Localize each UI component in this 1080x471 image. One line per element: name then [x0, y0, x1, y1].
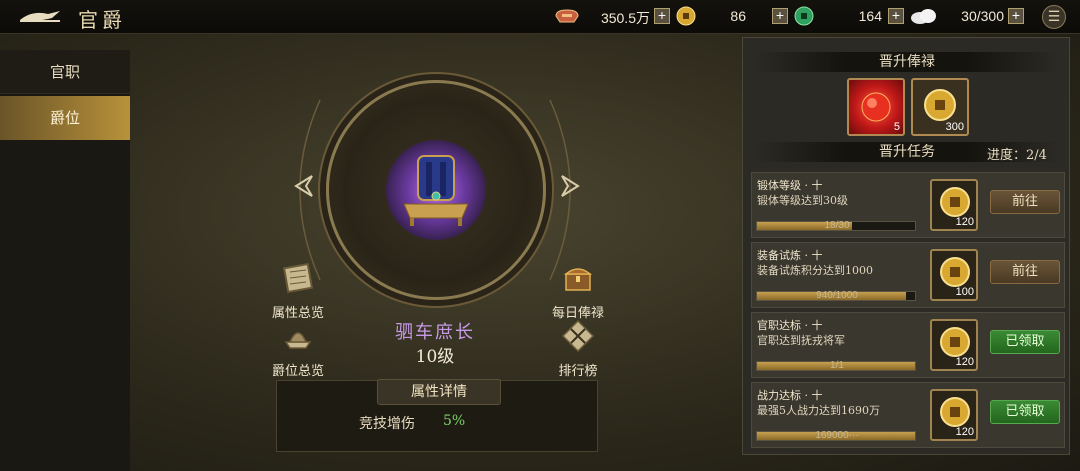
resource-gold-value: 86 — [730, 8, 746, 24]
add-stamina-button[interactable]: + — [1008, 8, 1024, 24]
task-name: 战力达标 · 十 — [757, 389, 823, 402]
rank-overview-label: 爵位总览 — [271, 364, 324, 379]
rank-level: 10级 — [415, 347, 455, 367]
attribute-detail-panel: 属性详情 竞技增伤 5% — [276, 379, 598, 452]
task-progress-bar: 169000··· — [756, 430, 916, 441]
task-description: 装备试炼积分达到1000 — [757, 264, 873, 277]
task-reward[interactable]: 120 — [930, 179, 978, 231]
task-row: 装备试炼 · 十装备试炼积分达到1000 940/1000 100 前往 — [751, 242, 1065, 308]
task-row: 战力达标 · 十最强5人战力达到1690万 169000··· 120 已领取 — [751, 382, 1065, 448]
page-title: 官爵 — [78, 8, 126, 32]
leaderboard-label: 排行榜 — [558, 364, 598, 379]
resource-silver-value: 350.5万 — [600, 10, 650, 26]
task-progress-text: 169000··· — [815, 430, 859, 441]
task-name: 官职达标 · 十 — [757, 319, 823, 332]
rank-name: 驷车庶长 — [395, 322, 475, 343]
claimed-button[interactable]: 已领取 — [990, 330, 1060, 354]
task-reward-count: 100 — [955, 286, 974, 298]
gold-coin-icon — [676, 6, 696, 26]
task-row: 官职达标 · 十官职达到抚戎将军 1/1 120 已领取 — [751, 312, 1065, 378]
next-rank-arrow-icon[interactable] — [558, 174, 582, 198]
hat-icon — [284, 332, 312, 349]
task-reward[interactable]: 100 — [930, 249, 978, 301]
salary-header: 晋升俸禄 — [755, 52, 1059, 72]
gold-coin-icon — [940, 187, 970, 217]
stamina-cloud-icon — [911, 9, 936, 24]
game-screen: 官爵 350.5万 + 86 + 164 + 30/300 + ☰ 官职 爵位 … — [0, 0, 1080, 471]
back-arrow-icon[interactable] — [18, 8, 62, 26]
daily-salary-button[interactable]: 每日俸禄 — [544, 260, 612, 321]
task-progress-text: 18/30 — [824, 220, 850, 231]
gold-coin-icon — [940, 257, 970, 287]
attr-overview-button[interactable]: 属性总览 — [266, 260, 330, 321]
task-reward-count: 120 — [955, 426, 974, 438]
resource-stamina-value: 30/300 — [961, 8, 1004, 24]
tab-noble-rank[interactable]: 爵位 — [0, 96, 130, 140]
menu-button[interactable]: ☰ — [1042, 5, 1066, 29]
reward-red-orb[interactable]: 5 — [847, 78, 905, 136]
silver-ingot-icon — [555, 9, 579, 23]
add-gold-button[interactable]: + — [772, 8, 788, 24]
attribute-value: 5% — [443, 413, 466, 429]
add-silver-button[interactable]: + — [654, 8, 670, 24]
reward-count: 5 — [893, 121, 900, 133]
reward-count: 300 — [945, 121, 964, 133]
task-row: 锻体等级 · 十锻体等级达到30级 18/30 120 前往 — [751, 172, 1065, 238]
leaderboard-button[interactable]: 排行榜 — [548, 318, 608, 379]
reward-gold-coin[interactable]: 300 — [911, 78, 969, 136]
task-progress-bar: 18/30 — [756, 220, 916, 231]
go-button[interactable]: 前往 — [990, 190, 1060, 214]
promotion-panel: 晋升俸禄 5 300 晋升任务 进度：2/4 锻体等级 · 十锻体等级达到30级… — [742, 37, 1070, 455]
rank-overview-button[interactable]: 爵位总览 — [266, 318, 330, 379]
task-name: 锻体等级 · 十 — [757, 179, 823, 192]
task-description: 锻体等级达到30级 — [757, 194, 848, 207]
task-reward[interactable]: 120 — [930, 389, 978, 441]
resource-stamina: 30/300 + — [910, 6, 1024, 28]
jade-coin-icon — [794, 6, 814, 26]
task-reward[interactable]: 120 — [930, 319, 978, 371]
task-name: 装备试炼 · 十 — [757, 249, 823, 262]
task-progress-bar: 940/1000 — [756, 290, 916, 301]
resource-jade-value: 164 — [858, 8, 882, 24]
left-nav: 官职 爵位 — [0, 50, 130, 471]
attribute-detail-header: 属性详情 — [377, 379, 501, 405]
add-jade-button[interactable]: + — [888, 8, 904, 24]
prev-rank-arrow-icon[interactable] — [292, 174, 316, 198]
gold-coin-icon — [940, 327, 970, 357]
resource-gold: 86 + — [676, 6, 790, 28]
throne-icon — [403, 155, 469, 226]
attribute-name: 竞技增伤 — [359, 416, 415, 432]
task-progress-text: 940/1000 — [816, 290, 858, 301]
red-orb-icon — [861, 92, 891, 122]
gold-coin-icon — [924, 89, 956, 121]
menu-icon: ☰ — [1047, 9, 1061, 25]
task-progress-bar: 1/1 — [756, 360, 916, 371]
treasure-chest-icon — [563, 268, 593, 291]
scroll-icon — [282, 262, 314, 294]
tasks-progress: 进度：2/4 — [987, 148, 1047, 163]
task-description: 官职达到抚戎将军 — [757, 334, 845, 347]
task-description: 最强5人战力达到1690万 — [757, 404, 880, 417]
crossed-swords-icon — [561, 319, 595, 353]
task-reward-count: 120 — [955, 356, 974, 368]
go-button[interactable]: 前往 — [990, 260, 1060, 284]
task-reward-count: 120 — [955, 216, 974, 228]
gold-coin-icon — [940, 397, 970, 427]
resource-jade: 164 + — [794, 6, 908, 28]
tab-official-post[interactable]: 官职 — [0, 50, 130, 94]
resource-silver: 350.5万 + — [554, 6, 672, 28]
claimed-button[interactable]: 已领取 — [990, 400, 1060, 424]
task-progress-text: 1/1 — [830, 360, 844, 371]
top-bar: 官爵 350.5万 + 86 + 164 + 30/300 + ☰ — [0, 0, 1080, 34]
